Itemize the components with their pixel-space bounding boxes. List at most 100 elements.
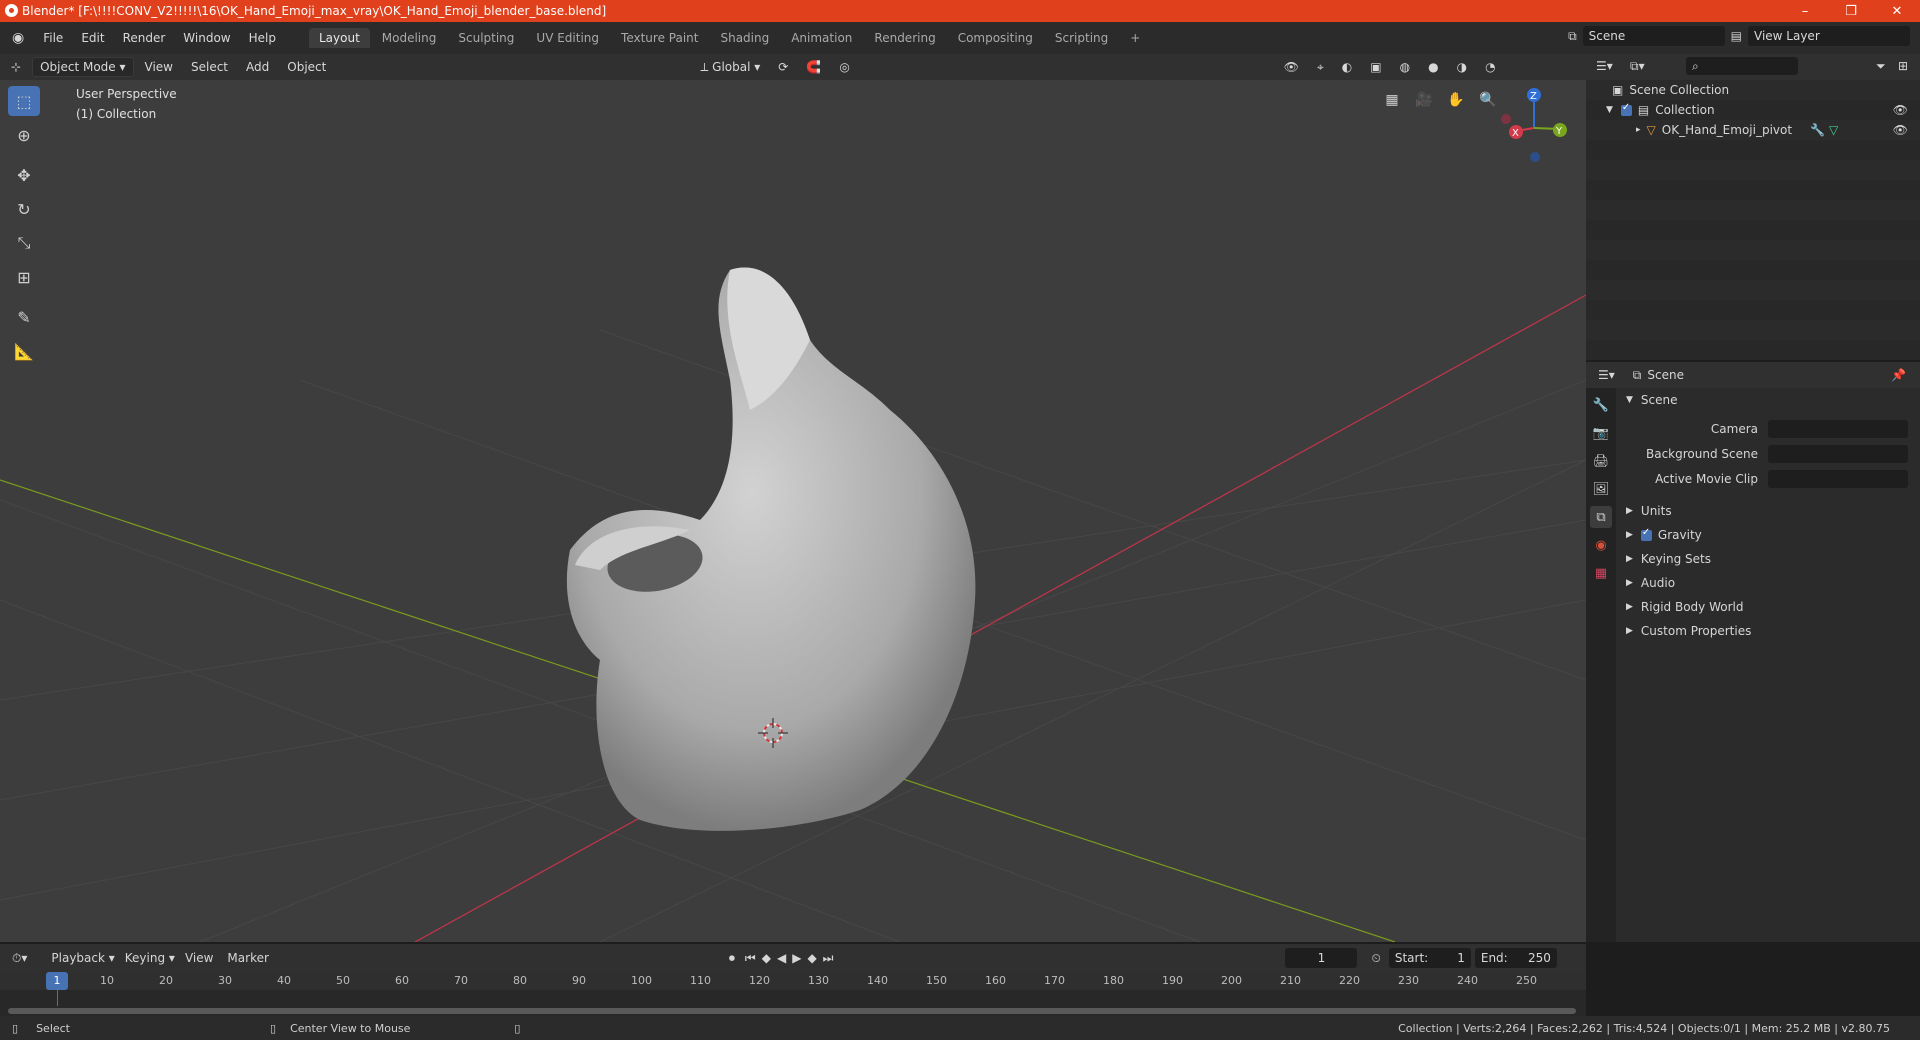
outliner-search-input[interactable]: ⌕ <box>1686 57 1798 75</box>
tab-modeling[interactable]: Modeling <box>372 28 447 48</box>
play-icon[interactable]: ▶ <box>792 951 801 965</box>
snap-icon[interactable]: 🧲 <box>799 58 828 76</box>
move-tool-icon[interactable]: ✥ <box>8 160 40 190</box>
add-workspace-button[interactable]: + <box>1120 28 1150 48</box>
camera-view-icon[interactable]: 🎥 <box>1412 88 1436 112</box>
proportional-edit-icon[interactable]: ◎ <box>832 58 856 76</box>
tool-props-icon[interactable]: 🔧 <box>1590 394 1612 416</box>
active-movie-clip-field[interactable] <box>1768 469 1908 488</box>
rotate-tool-icon[interactable]: ↻ <box>8 194 40 224</box>
tab-animation[interactable]: Animation <box>781 28 862 48</box>
end-frame-field[interactable]: End: 250 <box>1474 948 1557 968</box>
hand-model[interactable] <box>566 267 976 831</box>
tab-shading[interactable]: Shading <box>710 28 779 48</box>
timeline-scrollbar[interactable] <box>8 1008 1576 1014</box>
menu-edit[interactable]: Edit <box>72 31 113 45</box>
background-scene-field[interactable] <box>1768 444 1908 463</box>
collapse-arrow-icon[interactable]: ▸ <box>1636 125 1641 135</box>
new-collection-icon[interactable]: ⊞ <box>1898 59 1908 73</box>
menu-window[interactable]: Window <box>174 31 239 45</box>
gizmo-toggle-icon[interactable]: ⌖ <box>1310 58 1331 77</box>
expand-arrow-icon[interactable]: ▼ <box>1606 105 1613 115</box>
camera-field[interactable] <box>1768 419 1908 438</box>
jump-end-icon[interactable]: ⏭ <box>823 951 834 966</box>
tab-compositing[interactable]: Compositing <box>948 28 1043 48</box>
menu-render[interactable]: Render <box>114 31 175 45</box>
custom-properties-panel-header[interactable]: ▶ Custom Properties <box>1616 619 1920 643</box>
output-props-icon[interactable]: 🖨 <box>1590 450 1612 472</box>
tab-sculpting[interactable]: Sculpting <box>448 28 524 48</box>
overlay-toggle-icon[interactable]: ◐ <box>1335 58 1359 76</box>
tab-uv-editing[interactable]: UV Editing <box>526 28 609 48</box>
prev-keyframe-icon[interactable]: ◆ <box>762 951 771 965</box>
jump-start-icon[interactable]: ⏮ <box>745 951 756 966</box>
scene-props-tab-icon[interactable]: ⧉ <box>1590 506 1612 528</box>
minimize-button[interactable]: – <box>1782 0 1828 22</box>
pan-hand-icon[interactable]: ✋ <box>1444 88 1468 112</box>
mode-select[interactable]: Object Mode ▾ <box>32 57 134 77</box>
tab-layout[interactable]: Layout <box>308 28 370 48</box>
shading-rendered-icon[interactable]: ◔ <box>1478 58 1502 76</box>
pivot-icon[interactable]: ⟳ <box>771 58 795 76</box>
select-box-tool-icon[interactable]: ⬚ <box>8 86 40 116</box>
visibility-icon[interactable]: 👁 <box>1277 58 1306 76</box>
blender-menu-icon[interactable]: ◉ <box>12 30 24 46</box>
timeline-menu-playback[interactable]: Playback ▾ <box>51 951 114 965</box>
render-props-icon[interactable]: 📷 <box>1590 422 1612 444</box>
tab-rendering[interactable]: Rendering <box>864 28 945 48</box>
current-frame-field[interactable]: 1 <box>1285 948 1358 968</box>
viewport-menu-object[interactable]: Object <box>280 58 333 76</box>
3d-viewport[interactable]: Z Y X ⬚ ⊕ ✥ ↻ ⤡ ⊞ ✎ 📐 User Perspective (… <box>0 80 1586 942</box>
timeline-menu-view[interactable]: View <box>185 951 213 965</box>
measure-tool-icon[interactable]: 📐 <box>8 336 40 366</box>
filter-icon[interactable]: ⏷ <box>1876 59 1886 74</box>
audio-panel-header[interactable]: ▶ Audio <box>1616 571 1920 595</box>
world-props-icon[interactable]: ◉ <box>1590 534 1612 556</box>
outliner-row-scene-collection[interactable]: ▣ Scene Collection <box>1586 80 1920 100</box>
shading-wireframe-icon[interactable]: ◍ <box>1393 58 1417 76</box>
view-layer-props-icon[interactable]: 🖼 <box>1590 478 1612 500</box>
start-frame-field[interactable]: Start: 1 <box>1388 948 1471 968</box>
timeline-editor-icon[interactable]: ⏱▾ <box>12 951 27 966</box>
visibility-eye-icon[interactable]: 👁 <box>1893 123 1908 137</box>
transform-tool-icon[interactable]: ⊞ <box>8 262 40 292</box>
record-icon[interactable]: ⏺ <box>729 951 735 966</box>
scene-panel-header[interactable]: ▼ Scene <box>1616 388 1920 412</box>
grid-view-icon[interactable]: ▦ <box>1380 88 1404 112</box>
outliner-row-object[interactable]: ▸ ▽ OK_Hand_Emoji_pivot 🔧 ▽ 👁 <box>1586 120 1920 140</box>
scene-field[interactable]: Scene <box>1582 26 1725 46</box>
tab-texture-paint[interactable]: Texture Paint <box>611 28 708 48</box>
menu-file[interactable]: File <box>34 31 72 45</box>
timeline-menu-keying[interactable]: Keying ▾ <box>125 951 175 965</box>
outliner-editor-icon[interactable]: ☰▾ <box>1596 59 1613 73</box>
xray-toggle-icon[interactable]: ▣ <box>1363 58 1388 76</box>
scale-tool-icon[interactable]: ⤡ <box>8 228 40 258</box>
view-layer-field[interactable]: View Layer <box>1748 26 1910 46</box>
keying-sets-panel-header[interactable]: ▶ Keying Sets <box>1616 547 1920 571</box>
next-keyframe-icon[interactable]: ◆ <box>807 951 816 965</box>
properties-editor-icon[interactable]: ☰▾ <box>1598 368 1615 382</box>
cursor-tool-icon[interactable]: ⊕ <box>8 120 40 150</box>
viewport-menu-view[interactable]: View <box>138 58 180 76</box>
close-button[interactable]: ✕ <box>1874 0 1920 22</box>
annotate-tool-icon[interactable]: ✎ <box>8 302 40 332</box>
shading-solid-icon[interactable]: ● <box>1421 58 1445 76</box>
gravity-checkbox[interactable] <box>1640 527 1652 541</box>
rigid-body-world-panel-header[interactable]: ▶ Rigid Body World <box>1616 595 1920 619</box>
play-reverse-icon[interactable]: ◀ <box>777 951 786 965</box>
timeline-menu-marker[interactable]: Marker <box>227 951 268 965</box>
units-panel-header[interactable]: ▶ Units <box>1616 499 1920 523</box>
outliner-row-collection[interactable]: ▼ ▤ Collection 👁 <box>1586 100 1920 120</box>
menu-help[interactable]: Help <box>240 31 285 45</box>
tab-scripting[interactable]: Scripting <box>1045 28 1118 48</box>
viewport-menu-add[interactable]: Add <box>239 58 276 76</box>
collection-checkbox[interactable] <box>1620 102 1632 116</box>
transform-orientation-select[interactable]: ⟂ Global ▾ <box>693 58 767 77</box>
gravity-panel-header[interactable]: ▶ Gravity <box>1616 523 1920 547</box>
preview-range-icon[interactable]: ⏲ <box>1371 951 1380 966</box>
timeline-area[interactable]: 1 10 20 30 40 50 60 70 80 90 100 110 120 130 140 150 16… <box>0 972 1586 1016</box>
outliner-display-mode-icon[interactable]: ⧉▾ <box>1630 59 1645 74</box>
playhead[interactable]: 1 <box>46 972 68 990</box>
navigation-gizmo[interactable]: Z Y X <box>1501 88 1567 162</box>
visibility-eye-icon[interactable]: 👁 <box>1893 103 1908 117</box>
